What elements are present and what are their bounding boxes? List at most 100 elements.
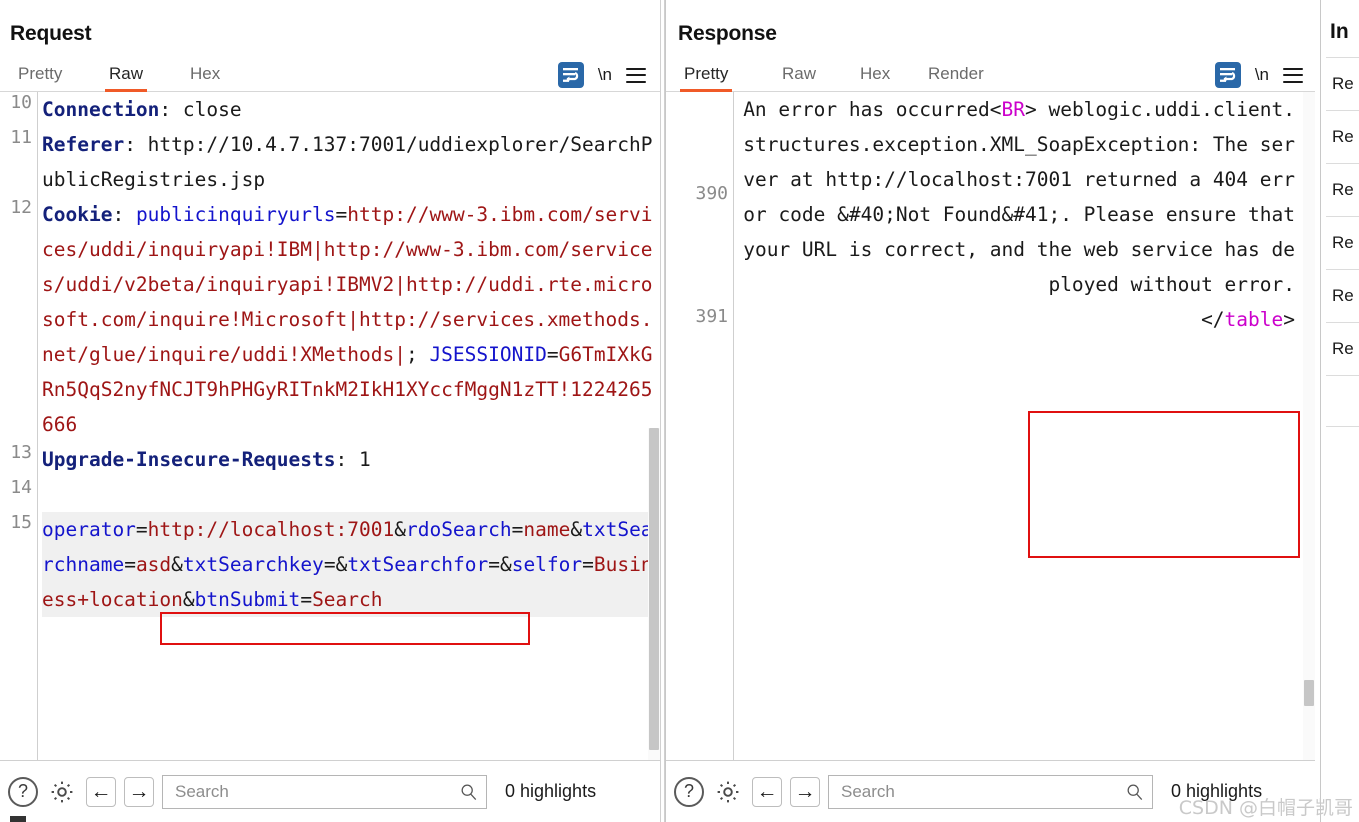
code-token: http://www-3.ibm.com/services/uddi/inqui… <box>42 203 653 366</box>
response-highlight-count: 0 highlights <box>1171 781 1263 801</box>
tab-response-pretty[interactable]: Pretty <box>680 60 733 92</box>
code-line[interactable]: operator=http://localhost:7001&rdoSearch… <box>42 512 658 617</box>
code-line[interactable]: </table> <box>735 302 1313 337</box>
line-number: 14 <box>10 477 32 498</box>
search-prev-button[interactable]: ← <box>86 776 116 807</box>
line-number: 11 <box>10 127 32 148</box>
response-scroll-thumb[interactable] <box>1304 680 1314 706</box>
code-line[interactable] <box>42 477 658 512</box>
request-vertical-scrollbar[interactable] <box>648 428 660 760</box>
newline-toggle[interactable]: \n <box>1255 65 1269 85</box>
response-gutter: 390 391 <box>666 92 734 760</box>
code-token: = <box>582 553 594 576</box>
search-prev-button[interactable]: ← <box>752 776 782 807</box>
code-token: An error has occurred <box>743 98 990 121</box>
newline-toggle[interactable]: \n <box>598 65 612 85</box>
code-token: 1 <box>358 448 371 471</box>
request-search-box[interactable] <box>162 774 487 809</box>
response-search-box[interactable] <box>828 774 1153 809</box>
word-wrap-icon[interactable] <box>1214 62 1241 88</box>
request-gutter: 10 11 12 13 14 15 <box>0 92 38 760</box>
code-token: JSESSIONID <box>429 343 547 366</box>
inspector-row-2[interactable]: Re <box>1326 110 1359 162</box>
response-body-text[interactable]: An error has occurred<BR> weblogic.uddi.… <box>735 92 1315 760</box>
inspector-title: In <box>1330 20 1349 43</box>
search-icon <box>1127 784 1143 800</box>
code-token: table <box>1224 308 1284 331</box>
code-token: & <box>171 553 183 576</box>
code-token: = <box>488 553 500 576</box>
request-title: Request <box>10 22 92 45</box>
search-next-button[interactable]: → <box>790 776 820 807</box>
code-line[interactable]: An error has occurred<BR> weblogic.uddi.… <box>735 92 1313 302</box>
code-token: < <box>989 98 1002 121</box>
code-line[interactable]: Referer: http://10.4.7.137:7001/uddiexpl… <box>42 127 658 197</box>
gear-icon[interactable] <box>712 777 744 807</box>
inspector-row-6[interactable]: Re <box>1326 322 1359 374</box>
window-bottom-stub <box>10 816 26 822</box>
request-panel: Request Pretty Raw Hex \n 10 11 12 13 14… <box>0 0 660 822</box>
code-token: > <box>1024 98 1037 121</box>
line-number: 15 <box>10 512 32 533</box>
word-wrap-icon[interactable] <box>557 62 584 88</box>
code-token: = <box>135 518 148 541</box>
tab-response-hex[interactable]: Hex <box>856 60 894 92</box>
search-icon <box>461 784 477 800</box>
code-token: = <box>335 203 348 226</box>
code-token: : <box>335 448 359 471</box>
code-token: http://localhost:7001 <box>147 518 395 541</box>
response-tabbar: Pretty Raw Hex Render \n <box>666 60 1315 92</box>
code-token: asd <box>135 553 172 576</box>
code-token: = <box>323 553 336 576</box>
code-token: > <box>1283 308 1295 331</box>
request-highlight-count: 0 highlights <box>505 781 597 801</box>
code-token: </ <box>1201 308 1225 331</box>
gear-icon[interactable] <box>46 777 78 807</box>
code-token: close <box>182 98 242 121</box>
tab-request-raw[interactable]: Raw <box>105 60 148 92</box>
code-token: publicinquiryurls <box>135 203 336 226</box>
inspector-panel: In Re Re Re Re Re Re <box>1320 0 1359 822</box>
request-search-input[interactable] <box>173 780 456 803</box>
help-icon[interactable]: ? <box>674 776 704 807</box>
code-line[interactable]: Connection: close <box>42 92 658 127</box>
code-token: : <box>124 133 148 156</box>
inspector-row-end <box>1326 375 1359 427</box>
code-token: & <box>499 553 512 576</box>
request-body-text[interactable]: Connection: close Referer: http://10.4.7.… <box>39 92 660 760</box>
code-token: rdoSearch <box>405 518 512 541</box>
response-panel: Response Pretty Raw Hex Render \n 390 39… <box>665 0 1315 822</box>
inspector-row-5[interactable]: Re <box>1326 269 1359 321</box>
code-token: Connection <box>42 98 160 121</box>
code-line[interactable]: Cookie: publicinquiryurls=http://www-3.i… <box>42 197 658 442</box>
response-toolbar-icons: \n <box>1214 62 1303 88</box>
line-number: 12 <box>10 197 32 218</box>
tab-request-pretty[interactable]: Pretty <box>14 60 66 92</box>
help-icon[interactable]: ? <box>8 776 38 807</box>
inspector-row-4[interactable]: Re <box>1326 216 1359 268</box>
code-token: operator <box>42 518 136 541</box>
search-next-button[interactable]: → <box>124 776 154 807</box>
inspector-row-1[interactable]: Re <box>1326 57 1359 109</box>
response-editor[interactable]: 390 391 An error has occurred<BR> weblogi… <box>666 92 1315 760</box>
code-token: selfor <box>511 553 583 576</box>
code-token: & <box>335 553 348 576</box>
code-token: = <box>300 588 313 611</box>
hamburger-menu-icon[interactable] <box>626 67 646 83</box>
code-token: : <box>112 203 136 226</box>
hamburger-menu-icon[interactable] <box>1283 67 1303 83</box>
request-scroll-thumb[interactable] <box>649 428 659 750</box>
request-editor[interactable]: 10 11 12 13 14 15 Connection: close Referer: h… <box>0 92 660 760</box>
code-token: ; <box>405 343 430 366</box>
tab-request-hex[interactable]: Hex <box>186 60 224 92</box>
response-vertical-scrollbar[interactable] <box>1303 92 1315 760</box>
code-token: Referer <box>42 133 125 156</box>
code-token: name <box>523 518 571 541</box>
line-number: 391 <box>695 305 728 327</box>
tab-response-render[interactable]: Render <box>924 60 988 92</box>
code-token: Search <box>312 588 383 611</box>
response-search-input[interactable] <box>839 780 1122 803</box>
code-line[interactable]: Upgrade-Insecure-Requests: 1 <box>42 442 658 477</box>
tab-response-raw[interactable]: Raw <box>778 60 820 92</box>
inspector-row-3[interactable]: Re <box>1326 163 1359 215</box>
